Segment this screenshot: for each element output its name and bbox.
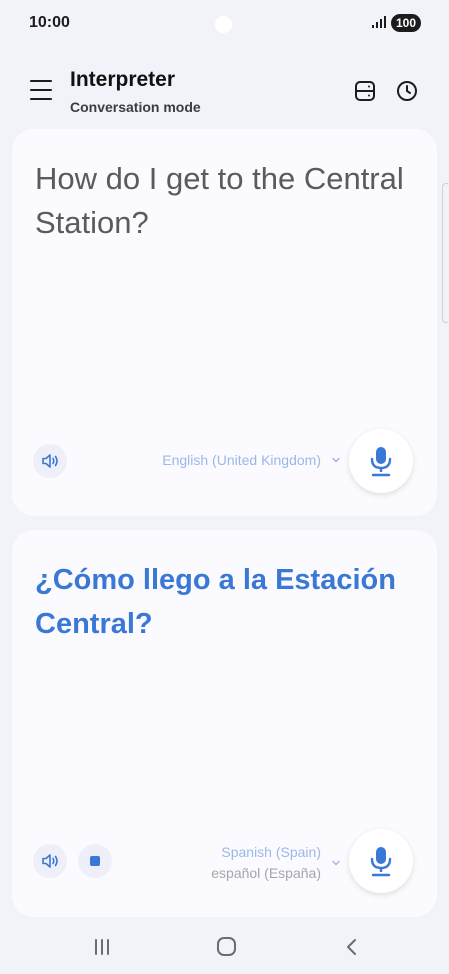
source-speaker-button[interactable] — [33, 444, 67, 478]
chevron-down-icon — [332, 457, 340, 463]
menu-icon[interactable] — [30, 80, 52, 100]
home-icon[interactable] — [217, 937, 236, 956]
speaker-icon — [42, 454, 58, 468]
signal-icon — [372, 16, 386, 28]
source-language-select[interactable]: English (United Kingdom) — [162, 452, 341, 468]
source-language-label: English (United Kingdom) — [162, 452, 321, 468]
target-mic-button[interactable] — [349, 829, 413, 893]
microphone-icon — [370, 447, 392, 477]
status-bar: 10:00 100 — [0, 0, 449, 48]
page-subtitle: Conversation mode — [70, 99, 201, 115]
history-icon[interactable] — [395, 79, 419, 103]
source-text[interactable]: How do I get to the Central Station? — [35, 157, 415, 245]
battery-badge: 100 — [391, 14, 421, 32]
app-header: Interpreter Conversation mode — [0, 60, 449, 120]
edge-panel-handle[interactable] — [442, 183, 448, 323]
layout-icon[interactable] — [353, 79, 377, 103]
recent-apps-icon[interactable] — [92, 938, 112, 956]
target-speaker-button[interactable] — [33, 844, 67, 878]
source-card: How do I get to the Central Station? Eng… — [12, 129, 437, 516]
stop-button[interactable] — [78, 844, 112, 878]
navigation-bar — [0, 918, 449, 974]
target-card: ¿Cómo llego a la Estación Central? Spani… — [12, 530, 437, 917]
status-time: 10:00 — [29, 14, 70, 31]
chevron-down-icon — [332, 860, 340, 866]
camera-cutout — [215, 16, 232, 33]
target-language-select[interactable]: Spanish (Spain) español (España) — [211, 842, 341, 884]
source-mic-button[interactable] — [349, 429, 413, 493]
target-language-label: Spanish (Spain) — [221, 844, 321, 860]
speaker-icon — [42, 854, 58, 868]
page-title: Interpreter — [70, 68, 176, 91]
stop-icon — [90, 856, 100, 866]
microphone-icon — [370, 847, 392, 877]
target-text[interactable]: ¿Cómo llego a la Estación Central? — [35, 558, 415, 646]
back-icon[interactable] — [344, 938, 358, 956]
target-language-native-label: español (España) — [211, 865, 321, 881]
